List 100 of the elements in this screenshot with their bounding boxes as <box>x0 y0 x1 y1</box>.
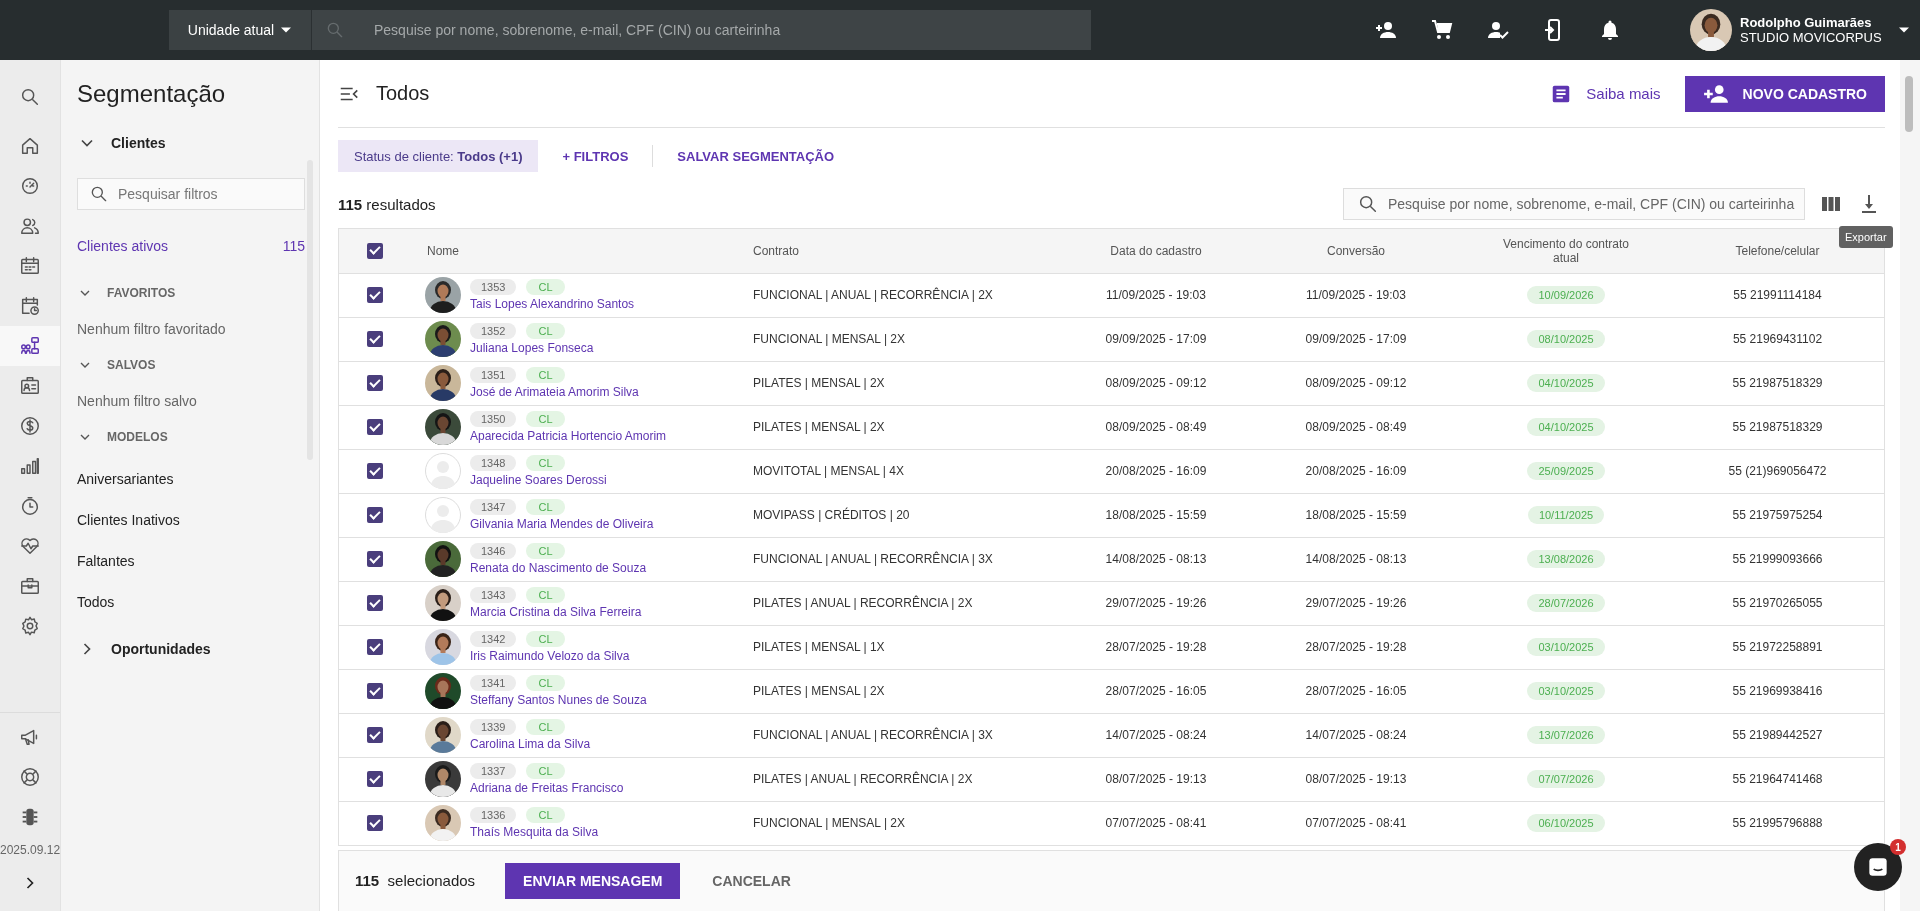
group-header[interactable]: MODELOS <box>107 430 168 444</box>
unit-selector[interactable]: Unidade atual <box>169 10 311 50</box>
table-cell: 08/09/2025 - 09:12 <box>1251 361 1461 405</box>
segmentation-icon[interactable] <box>19 335 41 357</box>
client-tag: CL <box>526 587 565 603</box>
table-cell: 55 21999093666 <box>1671 537 1884 581</box>
filter-item[interactable]: Clientes ativos 115 <box>77 230 305 262</box>
client-code: 1341 <box>470 675 517 691</box>
group-header[interactable]: SALVOS <box>107 358 156 372</box>
client-name-link[interactable]: Adriana de Freitas Francisco <box>470 781 624 795</box>
row-checkbox[interactable] <box>367 507 383 523</box>
table-cell: PILATES | MENSAL | 1X <box>741 625 1061 669</box>
table-cell: FUNCIONAL | MENSAL | 2X <box>741 801 1061 845</box>
filter-search-field[interactable]: Pesquisar filtros <box>77 178 305 210</box>
row-checkbox[interactable] <box>367 375 383 391</box>
timer-icon[interactable] <box>19 495 41 517</box>
client-code: 1353 <box>470 279 517 295</box>
people-icon[interactable] <box>19 215 41 237</box>
id-card-icon[interactable] <box>19 375 41 397</box>
cancel-button[interactable]: CANCELAR <box>712 872 791 889</box>
heart-pulse-icon[interactable] <box>19 535 41 557</box>
row-checkbox[interactable] <box>367 727 383 743</box>
table-cell: PILATES | MENSAL | 2X <box>741 405 1061 449</box>
section-header[interactable]: Oportunidades <box>111 641 211 657</box>
model-item[interactable]: Clientes Inativos <box>77 499 305 540</box>
calendar-icon[interactable] <box>19 255 41 277</box>
client-tag: CL <box>526 411 565 427</box>
shopping-cart-icon[interactable] <box>1430 18 1454 42</box>
search-icon[interactable] <box>19 86 41 108</box>
table-cell: 11/09/2025 - 19:03 <box>1061 273 1251 317</box>
client-tag: CL <box>526 631 565 647</box>
table-cell: FUNCIONAL | ANUAL | RECORRÊNCIA | 2X <box>741 273 1061 317</box>
table-cell: 28/07/2025 - 16:05 <box>1251 669 1461 713</box>
table-cell: FUNCIONAL | ANUAL | RECORRÊNCIA | 3X <box>741 537 1061 581</box>
table-search-field[interactable]: Pesquise por nome, sobrenome, e-mail, CPF (CIN) ou carteirinha <box>1343 188 1805 220</box>
client-name-link[interactable]: Marcia Cristina da Silva Ferreira <box>470 605 642 619</box>
row-checkbox[interactable] <box>367 551 383 567</box>
new-registration-button[interactable]: NOVO CADASTRO <box>1684 75 1885 112</box>
row-checkbox[interactable] <box>367 463 383 479</box>
settings-icon[interactable] <box>19 615 41 637</box>
gauge-icon[interactable] <box>19 175 41 197</box>
model-item[interactable]: Aniversariantes <box>77 458 305 499</box>
dollar-icon[interactable] <box>19 415 41 437</box>
table-cell: FUNCIONAL | MENSAL | 2X <box>741 317 1061 361</box>
help-link[interactable]: Saiba mais <box>1550 82 1661 105</box>
caret-icon[interactable] <box>1897 27 1910 33</box>
row-checkbox[interactable] <box>367 639 383 655</box>
empty-message: Nenhum filtro salvo <box>77 392 198 411</box>
model-item[interactable]: Faltantes <box>77 540 305 581</box>
client-name-link[interactable]: Gilvania Maria Mendes de Oliveira <box>470 517 654 531</box>
row-checkbox[interactable] <box>367 331 383 347</box>
table-cell: 14/07/2025 - 08:24 <box>1061 713 1251 757</box>
group-header[interactable]: FAVORITOS <box>107 286 176 300</box>
client-tag: CL <box>526 807 565 823</box>
search-field[interactable]: Pesquise por nome, sobrenome, e-mail, CPF (CIN) ou carteirinha <box>311 10 1091 50</box>
select-all-checkbox[interactable] <box>367 242 383 259</box>
row-checkbox[interactable] <box>367 287 383 303</box>
client-tag: CL <box>526 719 565 735</box>
client-name-link[interactable]: Carolina Lima da Silva <box>470 737 591 751</box>
row-checkbox[interactable] <box>367 815 383 831</box>
client-code: 1342 <box>470 631 517 647</box>
client-code: 1343 <box>470 587 517 603</box>
table-cell: MOVIPASS | CRÉDITOS | 20 <box>741 493 1061 537</box>
table-cell: PILATES | ANUAL | RECORRÊNCIA | 2X <box>741 581 1061 625</box>
table-cell: 08/07/2025 - 19:13 <box>1251 757 1461 801</box>
row-checkbox[interactable] <box>367 419 383 435</box>
client-name-link[interactable]: Aparecida Patricia Hortencio Amorim <box>470 429 667 443</box>
client-name-link[interactable]: Juliana Lopes Fonseca <box>470 341 594 355</box>
table-cell: MOVITOTAL | MENSAL | 4X <box>741 449 1061 493</box>
home-icon[interactable] <box>19 135 41 157</box>
client-name-link[interactable]: Tais Lopes Alexandrino Santos <box>470 297 635 311</box>
table-cell: 55 21964741468 <box>1671 757 1884 801</box>
section-header[interactable]: Clientes <box>111 135 166 151</box>
send-message-button[interactable]: ENVIAR MENSAGEM <box>505 862 681 899</box>
table-cell: 14/08/2025 - 08:13 <box>1251 537 1461 581</box>
calendar-clock-icon[interactable] <box>19 295 41 317</box>
client-code: 1351 <box>470 367 517 383</box>
client-name-link[interactable]: Iris Raimundo Velozo da Silva <box>470 649 630 663</box>
add-filters-button[interactable]: + FILTROS <box>538 140 653 172</box>
model-item[interactable]: Todos <box>77 581 305 622</box>
row-checkbox[interactable] <box>367 683 383 699</box>
save-segmentation-button[interactable]: SALVAR SEGMENTAÇÃO <box>653 140 859 172</box>
client-name-link[interactable]: José de Arimateia Amorim Silva <box>470 385 639 399</box>
table-cell: 28/07/2025 - 19:28 <box>1251 625 1461 669</box>
status-filter-chip[interactable]: Status de cliente: Todos (+1) <box>338 140 539 172</box>
client-name-link[interactable]: Steffany Santos Nunes de Souza <box>470 693 647 707</box>
client-name-link[interactable]: Jaqueline Soares Derossi <box>470 473 607 487</box>
table-cell: 08/09/2025 - 08:49 <box>1251 405 1461 449</box>
briefcase-icon[interactable] <box>19 575 41 597</box>
table-cell: PILATES | MENSAL | 2X <box>741 361 1061 405</box>
help-icon[interactable] <box>19 766 41 788</box>
client-tag: CL <box>526 367 565 383</box>
expiry-date: 28/07/2026 <box>1527 594 1605 612</box>
row-checkbox[interactable] <box>367 595 383 611</box>
row-checkbox[interactable] <box>367 771 383 787</box>
client-tag: CL <box>526 455 565 471</box>
table-cell: 55 (21)969056472 <box>1671 449 1884 493</box>
client-name-link[interactable]: Thaís Mesquita da Silva <box>470 825 599 839</box>
client-name-link[interactable]: Renata do Nascimento de Souza <box>470 561 647 575</box>
bar-chart-icon[interactable] <box>19 455 41 477</box>
